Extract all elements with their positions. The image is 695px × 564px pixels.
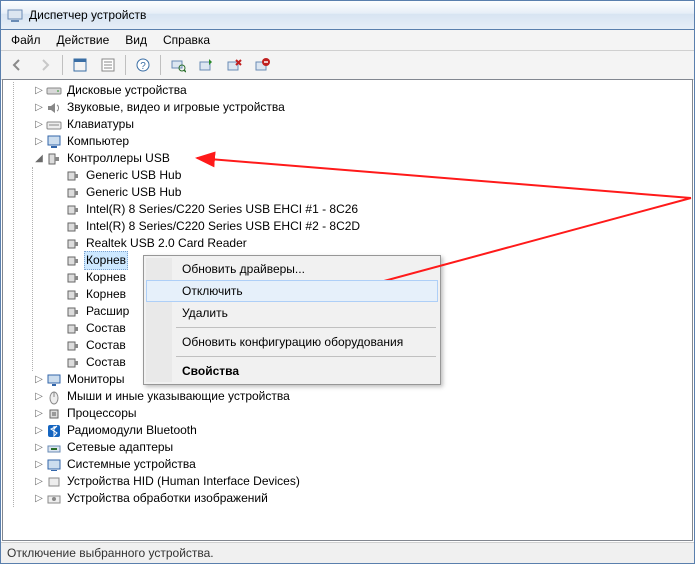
toolbar-disable-button[interactable]	[221, 53, 247, 77]
bluetooth-icon	[46, 423, 62, 439]
menu-file[interactable]: Файл	[3, 31, 49, 49]
ctx-delete[interactable]: Удалить	[146, 302, 438, 324]
collapse-icon[interactable]: ◢	[32, 152, 46, 166]
toolbar-update-driver-button[interactable]	[193, 53, 219, 77]
sound-icon	[46, 100, 62, 116]
toolbar-back-button[interactable]	[4, 53, 30, 77]
tree-item-usb-device[interactable]: Intel(R) 8 Series/C220 Series USB EHCI #…	[51, 218, 692, 235]
tree-item-imaging[interactable]: ▷Устройства обработки изображений	[32, 490, 692, 507]
toolbar-forward-button[interactable]	[32, 53, 58, 77]
tree-item-usb-device[interactable]: Intel(R) 8 Series/C220 Series USB EHCI #…	[51, 201, 692, 218]
hid-icon	[46, 474, 62, 490]
toolbar-properties-button[interactable]	[95, 53, 121, 77]
mouse-icon	[46, 389, 62, 405]
toolbar-separator	[160, 55, 161, 75]
tree-item-mice[interactable]: ▷Мыши и иные указывающие устройства	[32, 388, 692, 405]
computer-icon	[46, 134, 62, 150]
expand-icon[interactable]: ▷	[32, 424, 46, 438]
imaging-icon	[46, 491, 62, 507]
menu-help[interactable]: Справка	[155, 31, 218, 49]
menubar: Файл Действие Вид Справка	[1, 30, 694, 51]
expand-icon[interactable]: ▷	[32, 407, 46, 421]
tree-item-usb-device[interactable]: Generic USB Hub	[51, 167, 692, 184]
system-icon	[46, 457, 62, 473]
expand-icon[interactable]: ▷	[32, 373, 46, 387]
usb-device-icon	[65, 168, 81, 184]
ctx-disable[interactable]: Отключить	[146, 280, 438, 302]
menu-action[interactable]: Действие	[49, 31, 118, 49]
expand-icon[interactable]: ▷	[32, 118, 46, 132]
tree-item-disk-drives[interactable]: ▷Дисковые устройства	[32, 82, 692, 99]
usb-device-icon	[65, 253, 81, 269]
tree-item-network[interactable]: ▷Сетевые адаптеры	[32, 439, 692, 456]
titlebar: Диспетчер устройств	[1, 1, 694, 30]
context-menu-separator	[176, 327, 436, 328]
tree-item-usb-controllers[interactable]: ◢Контроллеры USB	[32, 150, 692, 167]
ctx-properties[interactable]: Свойства	[146, 360, 438, 382]
toolbar: ?	[1, 51, 694, 80]
window-title: Диспетчер устройств	[29, 8, 146, 22]
expand-icon[interactable]: ▷	[32, 492, 46, 506]
ctx-scan-hardware[interactable]: Обновить конфигурацию оборудования	[146, 331, 438, 353]
usb-device-icon	[65, 202, 81, 218]
context-menu-separator	[176, 356, 436, 357]
statusbar: Отключение выбранного устройства.	[1, 542, 694, 563]
tree-item-usb-device[interactable]: Generic USB Hub	[51, 184, 692, 201]
toolbar-separator	[62, 55, 63, 75]
expand-icon[interactable]: ▷	[32, 458, 46, 472]
expand-icon[interactable]: ▷	[32, 84, 46, 98]
toolbar-scan-button[interactable]	[165, 53, 191, 77]
expand-icon[interactable]: ▷	[32, 390, 46, 404]
toolbar-uninstall-button[interactable]	[249, 53, 275, 77]
toolbar-help-button[interactable]: ?	[130, 53, 156, 77]
ctx-update-drivers[interactable]: Обновить драйверы...	[146, 258, 438, 280]
tree-item-computer[interactable]: ▷Компьютер	[32, 133, 692, 150]
keyboard-icon	[46, 117, 62, 133]
tree-item-sound-video[interactable]: ▷Звуковые, видео и игровые устройства	[32, 99, 692, 116]
tree-item-system-devices[interactable]: ▷Системные устройства	[32, 456, 692, 473]
svg-text:?: ?	[140, 61, 146, 72]
disk-icon	[46, 83, 62, 99]
tree-item-processors[interactable]: ▷Процессоры	[32, 405, 692, 422]
usb-device-icon	[65, 185, 81, 201]
menu-view[interactable]: Вид	[117, 31, 155, 49]
tree-item-usb-device[interactable]: Realtek USB 2.0 Card Reader	[51, 235, 692, 252]
cpu-icon	[46, 406, 62, 422]
app-icon	[7, 7, 23, 23]
device-manager-window: Диспетчер устройств Файл Действие Вид Сп…	[0, 0, 695, 564]
expand-icon[interactable]: ▷	[32, 475, 46, 489]
usb-device-icon	[65, 304, 81, 320]
toolbar-separator	[125, 55, 126, 75]
usb-device-icon	[65, 287, 81, 303]
toolbar-showall-button[interactable]	[67, 53, 93, 77]
tree-item-bluetooth[interactable]: ▷Радиомодули Bluetooth	[32, 422, 692, 439]
expand-icon[interactable]: ▷	[32, 441, 46, 455]
usb-device-icon	[65, 321, 81, 337]
expand-icon[interactable]: ▷	[32, 101, 46, 115]
expand-icon[interactable]: ▷	[32, 135, 46, 149]
context-menu: Обновить драйверы... Отключить Удалить О…	[143, 255, 441, 385]
monitor-icon	[46, 372, 62, 388]
usb-device-icon	[65, 270, 81, 286]
usb-device-icon	[65, 219, 81, 235]
usb-device-icon	[65, 355, 81, 371]
tree-item-hid[interactable]: ▷Устройства HID (Human Interface Devices…	[32, 473, 692, 490]
usb-device-icon	[65, 236, 81, 252]
tree-item-keyboards[interactable]: ▷Клавиатуры	[32, 116, 692, 133]
network-icon	[46, 440, 62, 456]
statusbar-text: Отключение выбранного устройства.	[7, 546, 214, 560]
usb-icon	[46, 151, 62, 167]
usb-device-icon	[65, 338, 81, 354]
